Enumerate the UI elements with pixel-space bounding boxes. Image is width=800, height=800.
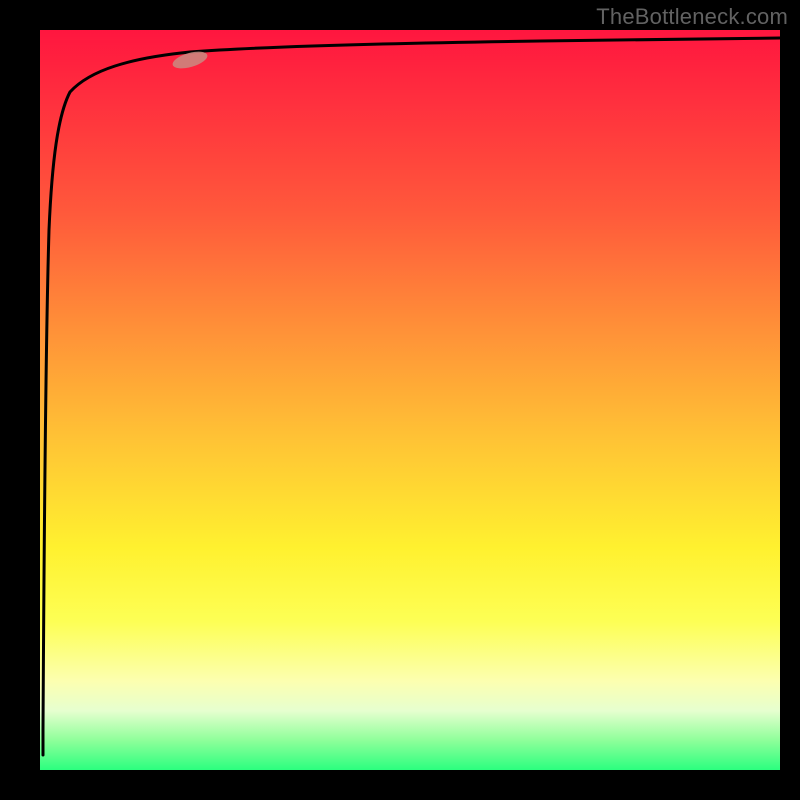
chart-frame: TheBottleneck.com (0, 0, 800, 800)
watermark-text: TheBottleneck.com (596, 4, 788, 30)
bottleneck-curve (43, 38, 780, 755)
curve-layer (40, 30, 780, 770)
